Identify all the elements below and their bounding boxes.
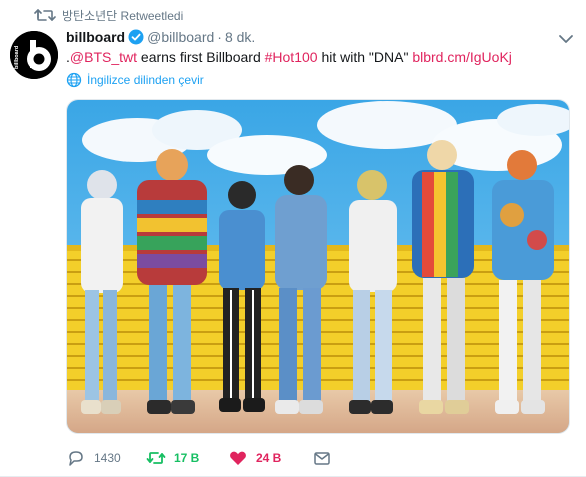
retweet-count: 17 B [174, 451, 200, 465]
verified-badge-icon [128, 29, 144, 45]
reply-button[interactable]: 1430 [66, 448, 146, 468]
hashtag-link[interactable]: #Hot100 [265, 49, 318, 65]
globe-icon [66, 72, 82, 88]
retweet-context: 방탄소년단 Retweetledi [34, 6, 183, 24]
media-photo [67, 100, 569, 433]
envelope-icon [314, 452, 330, 465]
tweet-actions: 1430 17 B 24 B [66, 446, 340, 470]
svg-text:billboard: billboard [14, 46, 20, 69]
avatar[interactable]: billboard [10, 31, 58, 79]
chevron-down-icon[interactable] [558, 33, 574, 45]
reply-icon [69, 451, 83, 466]
heart-icon [230, 451, 246, 465]
retweet-button[interactable]: 17 B [146, 448, 228, 468]
tweet-media-image[interactable] [66, 99, 570, 434]
translate-link[interactable]: İngilizce dilinden çevir [66, 72, 204, 88]
author-name[interactable]: billboard [66, 29, 125, 45]
tweet-text: .@BTS_twt earns first Billboard #Hot100 … [66, 48, 512, 66]
retweet-icon [146, 452, 166, 464]
reply-count: 1430 [94, 451, 121, 465]
mention-link[interactable]: @BTS_twt [70, 49, 137, 65]
translate-label[interactable]: İngilizce dilinden çevir [87, 73, 204, 87]
direct-message-button[interactable] [312, 448, 340, 468]
retweet-context-text[interactable]: 방탄소년단 Retweetledi [62, 7, 183, 24]
url-link[interactable]: blbrd.cm/IgUoKj [412, 49, 512, 65]
like-button[interactable]: 24 B [228, 448, 312, 468]
retweet-icon [34, 9, 56, 21]
like-count: 24 B [256, 451, 282, 465]
tweet[interactable]: 방탄소년단 Retweetledi billboard billboard @b… [0, 0, 586, 477]
author-handle[interactable]: @billboard [147, 29, 214, 45]
text-part-1: earns first Billboard [137, 49, 265, 65]
text-part-2: hit with "DNA" [317, 49, 413, 65]
billboard-logo: billboard [10, 31, 58, 79]
tweet-time[interactable]: 8 dk. [225, 29, 255, 45]
separator-dot: · [217, 29, 222, 45]
tweet-header: billboard @billboard · 8 dk. [66, 29, 255, 45]
